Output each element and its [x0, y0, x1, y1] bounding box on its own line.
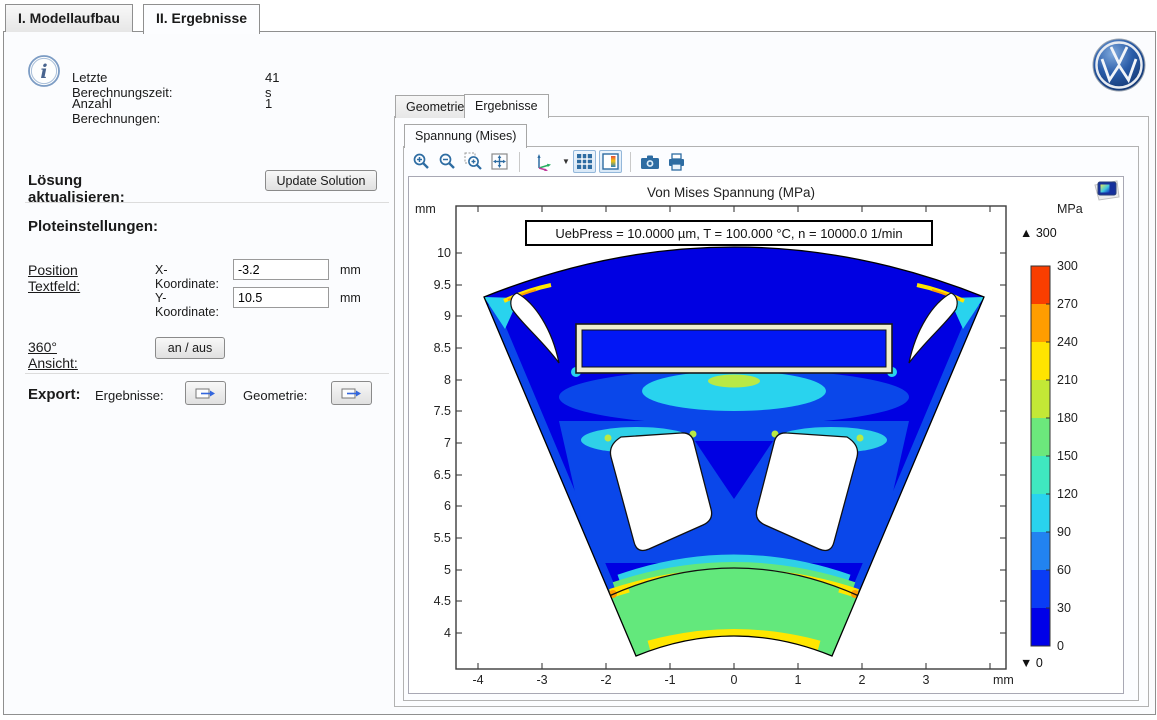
vw-logo	[1092, 38, 1148, 94]
calc-count-value: 1	[265, 96, 272, 111]
plot-settings-heading: Ploteinstellungen:	[28, 218, 158, 235]
axis-orientation-icon[interactable]	[528, 150, 558, 173]
info-icon: i	[27, 54, 63, 90]
svg-text:-2: -2	[600, 673, 611, 687]
svg-text:4.5: 4.5	[434, 594, 451, 608]
svg-text:1: 1	[795, 673, 802, 687]
svg-text:5: 5	[444, 563, 451, 577]
x-coordinate-input[interactable]	[233, 259, 329, 280]
dropdown-caret-icon[interactable]: ▼	[562, 157, 570, 166]
colorbar-tick-labels: 300 270 240 210 180 150 120 90 60 30 0	[1057, 259, 1078, 653]
tab-ergebnisse-plot[interactable]: Ergebnisse	[464, 94, 549, 118]
svg-text:0: 0	[731, 673, 738, 687]
update-solution-button[interactable]: Update Solution	[265, 170, 377, 191]
y-axis-unit: mm	[415, 202, 436, 216]
von-mises-plot: Von Mises Spannung (MPa)	[409, 177, 1123, 693]
calc-count-label: Anzahl Berechnungen:	[72, 96, 160, 126]
svg-text:6: 6	[444, 499, 451, 513]
print-icon[interactable]	[665, 150, 688, 173]
svg-text:7: 7	[444, 436, 451, 450]
colorbar-min-marker: ▼ 0	[1020, 656, 1043, 670]
svg-text:30: 30	[1057, 601, 1071, 615]
svg-text:3: 3	[923, 673, 930, 687]
y-coordinate-label: Y-Koordinate:	[155, 291, 219, 319]
svg-text:9: 9	[444, 309, 451, 323]
colorbar-unit: MPa	[1057, 202, 1083, 216]
y-coordinate-input[interactable]	[233, 287, 329, 308]
svg-text:270: 270	[1057, 297, 1078, 311]
zoom-in-icon[interactable]	[410, 150, 433, 173]
svg-text:210: 210	[1057, 373, 1078, 387]
plot-canvas[interactable]: Von Mises Spannung (MPa)	[408, 176, 1124, 694]
svg-text:180: 180	[1057, 411, 1078, 425]
x-axis-labels: -4 -3 -2 -1 0 1 2 3 mm	[472, 673, 1013, 687]
zoom-box-icon[interactable]	[462, 150, 485, 173]
svg-text:240: 240	[1057, 335, 1078, 349]
toolbar-separator	[519, 152, 520, 172]
export-results-label: Ergebnisse:	[95, 388, 164, 403]
svg-text:5.5: 5.5	[434, 531, 451, 545]
x-unit-label: mm	[340, 263, 361, 277]
snapshot-camera-icon[interactable]	[639, 150, 662, 173]
svg-text:6.5: 6.5	[434, 468, 451, 482]
graphics-toolbar: ▼	[410, 150, 688, 173]
svg-text:150: 150	[1057, 449, 1078, 463]
stress-surface	[484, 247, 984, 656]
colorbar-max-marker: ▲ 300	[1020, 226, 1057, 240]
zoom-out-icon[interactable]	[436, 150, 459, 173]
svg-text:300: 300	[1057, 259, 1078, 273]
y-axis-labels: mm 10 9.5 9 8.5 8 7.5 7 6.5 6 5.5 5 4.5 …	[415, 202, 451, 640]
tab-spannung-mises[interactable]: Spannung (Mises)	[404, 124, 527, 148]
divider	[25, 373, 389, 374]
plot-title: Von Mises Spannung (MPa)	[647, 185, 815, 200]
svg-text:60: 60	[1057, 563, 1071, 577]
export-heading: Export:	[28, 386, 81, 403]
colorbar: MPa ▲ 300 300 270 240 210 180 150 120 90…	[1020, 202, 1083, 670]
svg-text:4: 4	[444, 626, 451, 640]
svg-text:8.5: 8.5	[434, 341, 451, 355]
svg-text:-3: -3	[536, 673, 547, 687]
y-unit-label: mm	[340, 291, 361, 305]
svg-text:10: 10	[437, 246, 451, 260]
color-legend-toggle-icon[interactable]	[599, 150, 622, 173]
annotation-box: UebPress = 10.0000 µm, T = 100.000 °C, n…	[526, 221, 932, 245]
update-solution-heading: Lösung aktualisieren:	[28, 172, 125, 206]
export-results-button[interactable]	[185, 381, 226, 405]
tab-modellaufbau[interactable]: I. Modellaufbau	[5, 4, 133, 32]
svg-text:8: 8	[444, 373, 451, 387]
export-icon	[195, 386, 217, 401]
svg-text:-1: -1	[664, 673, 675, 687]
annotation-text: UebPress = 10.0000 µm, T = 100.000 °C, n…	[555, 226, 902, 241]
svg-text:120: 120	[1057, 487, 1078, 501]
view360-label: 360° Ansicht:	[28, 339, 78, 371]
divider	[25, 202, 389, 203]
grid-toggle-icon[interactable]	[573, 150, 596, 173]
svg-text:9.5: 9.5	[434, 278, 451, 292]
toolbar-separator	[630, 152, 631, 172]
svg-text:2: 2	[859, 673, 866, 687]
tab-ergebnisse[interactable]: II. Ergebnisse	[143, 4, 260, 34]
position-textfeld-label: Position Textfeld:	[28, 262, 80, 294]
export-icon	[341, 386, 363, 401]
export-geometry-label: Geometrie:	[243, 388, 307, 403]
export-geometry-button[interactable]	[331, 381, 372, 405]
svg-text:-4: -4	[472, 673, 483, 687]
view360-toggle-button[interactable]: an / aus	[155, 337, 225, 359]
x-coordinate-label: X-Koordinate:	[155, 263, 219, 291]
svg-text:7.5: 7.5	[434, 404, 451, 418]
x-axis-unit: mm	[993, 673, 1014, 687]
plot-window-icon[interactable]	[1095, 181, 1119, 200]
zoom-extents-icon[interactable]	[488, 150, 511, 173]
svg-text:90: 90	[1057, 525, 1071, 539]
svg-text:0: 0	[1057, 639, 1064, 653]
magnet	[582, 330, 886, 367]
svg-text:i: i	[40, 61, 47, 83]
